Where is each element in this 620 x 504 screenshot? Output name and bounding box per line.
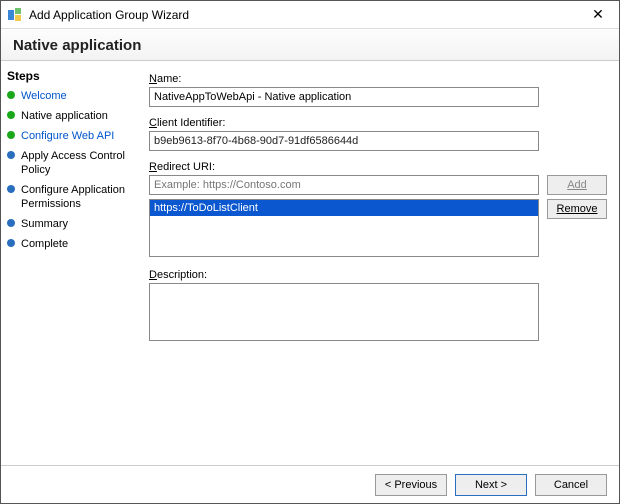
form-area: Name: Client Identifier: Redirect URI: A…: [145, 61, 619, 465]
client-id-label: Client Identifier:: [149, 117, 607, 129]
close-icon[interactable]: ✕: [583, 6, 613, 23]
step-label: Native application: [21, 109, 108, 123]
step-label: Configure Application Permissions: [21, 183, 139, 211]
step-bullet-icon: [7, 151, 15, 159]
redirect-uri-item[interactable]: https://ToDoListClient: [150, 200, 538, 216]
step-bullet-icon: [7, 91, 15, 99]
description-input[interactable]: [149, 283, 539, 341]
step-apply-access-control-policy: Apply Access Control Policy: [7, 149, 139, 177]
app-icon: [7, 7, 23, 23]
step-bullet-icon: [7, 131, 15, 139]
titlebar: Add Application Group Wizard ✕: [1, 1, 619, 29]
step-label: Apply Access Control Policy: [21, 149, 139, 177]
wizard-body: Steps Welcome Native application Configure…: [1, 61, 619, 465]
steps-heading: Steps: [7, 69, 139, 83]
step-configure-web-api[interactable]: Configure Web API: [7, 129, 139, 143]
steps-sidebar: Steps Welcome Native application Configure…: [1, 61, 145, 465]
step-configure-application-permissions: Configure Application Permissions: [7, 183, 139, 211]
step-bullet-icon: [7, 239, 15, 247]
redirect-uri-input[interactable]: [149, 175, 539, 195]
description-label: Description:: [149, 269, 607, 281]
previous-button[interactable]: < Previous: [375, 474, 447, 496]
step-welcome[interactable]: Welcome: [7, 89, 139, 103]
wizard-footer: < Previous Next > Cancel: [1, 465, 619, 503]
step-native-application: Native application: [7, 109, 139, 123]
step-bullet-icon: [7, 185, 15, 193]
redirect-uri-label: Redirect URI:: [149, 161, 607, 173]
step-bullet-icon: [7, 219, 15, 227]
step-label: Configure Web API: [21, 129, 114, 143]
name-input[interactable]: [149, 87, 539, 107]
page-title: Native application: [1, 29, 619, 61]
step-complete: Complete: [7, 237, 139, 251]
remove-button[interactable]: Remove: [547, 199, 607, 219]
client-id-input[interactable]: [149, 131, 539, 151]
cancel-button[interactable]: Cancel: [535, 474, 607, 496]
name-label: Name:: [149, 73, 607, 85]
window-title: Add Application Group Wizard: [29, 8, 583, 22]
step-summary: Summary: [7, 217, 139, 231]
add-button[interactable]: Add: [547, 175, 607, 195]
step-label: Summary: [21, 217, 68, 231]
redirect-uri-list[interactable]: https://ToDoListClient: [149, 199, 539, 257]
step-label: Complete: [21, 237, 68, 251]
next-button[interactable]: Next >: [455, 474, 527, 496]
step-label: Welcome: [21, 89, 67, 103]
step-bullet-icon: [7, 111, 15, 119]
